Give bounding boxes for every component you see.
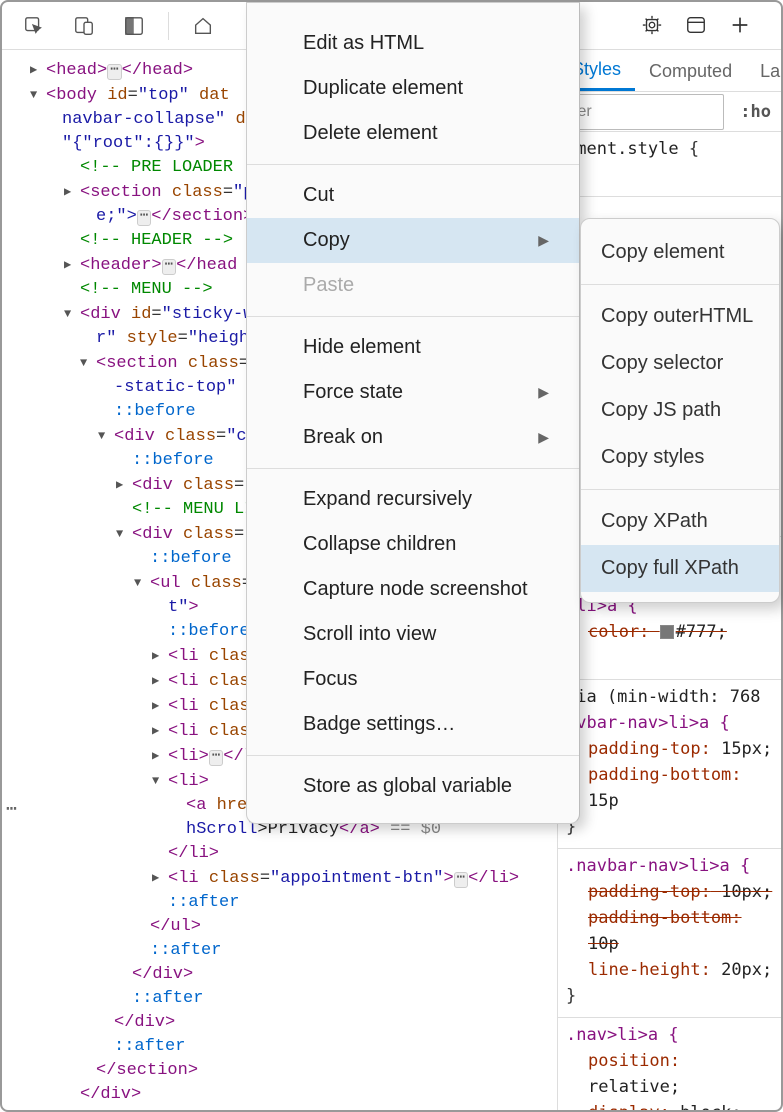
ctx-expand-recursively[interactable]: Expand recursively [247,477,579,522]
ctx-collapse-children[interactable]: Collapse children [247,522,579,567]
ctx-copy[interactable]: Copy▶ [247,218,579,263]
ctx-edit-as-html[interactable]: Edit as HTML [247,21,579,66]
sub-separator [581,284,779,285]
dom-node[interactable]: li [178,722,198,741]
dom-comment: <!-- PRE LOADER - [80,158,253,177]
ctx-separator [247,164,579,165]
gutter-ellipsis-icon[interactable]: ⋯ [6,798,15,822]
ellipsis-icon[interactable]: ⋯ [162,259,176,275]
device-toggle-icon[interactable] [72,14,96,38]
pseudo-element: ::after [150,941,221,960]
rule-media-navbar-nav[interactable]: dia (min-width: 768 avbar-nav>li>a { pad… [558,680,781,849]
sub-copy-js-path[interactable]: Copy JS path [581,387,779,434]
sub-copy-full-xpath[interactable]: Copy full XPath [581,545,779,592]
ellipsis-icon[interactable]: ⋯ [454,872,468,888]
ctx-badge-settings[interactable]: Badge settings… [247,702,579,747]
sub-copy-selector[interactable]: Copy selector [581,340,779,387]
dom-node[interactable]: body [56,86,97,105]
copy-submenu: Copy element Copy outerHTML Copy selecto… [580,218,780,603]
dom-node[interactable]: div [124,427,155,446]
sub-copy-outerhtml[interactable]: Copy outerHTML [581,293,779,340]
color-swatch[interactable] [660,625,674,639]
dom-node-close: </div> [80,1085,141,1104]
toolbar-divider [168,12,169,40]
chevron-right-icon: ▶ [538,384,549,401]
pseudo-element: ::before [132,451,214,470]
rule-element-style[interactable]: ement.style { } [558,132,781,197]
sub-copy-element[interactable]: Copy element [581,229,779,276]
ellipsis-icon[interactable]: ⋯ [137,210,151,226]
dom-comment: <!-- HEADER --> [80,231,233,250]
pseudo-element: ::before [168,622,250,641]
chevron-right-icon: ▶ [538,429,549,446]
dom-node[interactable]: li [178,647,198,666]
chevron-right-icon: ▶ [538,232,549,249]
ctx-hide-element[interactable]: Hide element [247,325,579,370]
dom-node[interactable]: li [178,697,198,716]
pseudo-element: ::after [132,989,203,1008]
home-icon[interactable] [191,14,215,38]
dom-node[interactable]: section [90,183,161,202]
ctx-separator [247,755,579,756]
ellipsis-icon[interactable]: ⋯ [107,64,121,80]
dom-comment: <!-- MENU --> [80,280,213,299]
hov-button[interactable]: :ho [730,99,781,125]
sub-copy-xpath[interactable]: Copy XPath [581,498,779,545]
dom-node[interactable]: a [196,796,206,815]
dom-node[interactable]: div [142,476,173,495]
inspect-icon[interactable] [22,14,46,38]
ctx-focus[interactable]: Focus [247,657,579,702]
tab-layout[interactable]: La [746,50,781,91]
pseudo-element: ::after [114,1037,185,1056]
dom-node[interactable]: <head> [46,61,107,80]
dom-node[interactable]: ul [160,574,180,593]
context-menu: Edit as HTML Duplicate element Delete el… [246,2,580,824]
dom-node-close: </li> [168,844,219,863]
dom-node[interactable]: li [178,869,198,888]
dom-node-close: </section> [96,1061,198,1080]
dom-node[interactable]: section [106,354,177,373]
dom-node-close: </div> [114,1013,175,1032]
ctx-break-on[interactable]: Break on▶ [247,415,579,460]
rule-nav-li-a[interactable]: .nav>li>a { position: relative; display:… [558,1018,781,1110]
tab-computed[interactable]: Computed [635,50,746,91]
ctx-store-global[interactable]: Store as global variable [247,764,579,809]
pseudo-element: ::after [168,893,239,912]
ctx-separator [247,316,579,317]
panel-icon[interactable] [685,14,707,39]
dom-comment: <!-- MENU LI [132,500,254,519]
styles-tabs: Styles Computed La [558,50,781,92]
dom-node[interactable]: li [178,672,198,691]
sub-separator [581,489,779,490]
dom-node[interactable]: div [90,305,121,324]
sub-copy-styles[interactable]: Copy styles [581,434,779,481]
dom-node-close: </ul> [150,917,201,936]
pseudo-element: ::before [114,402,196,421]
dom-node[interactable]: <li> [168,772,209,791]
ctx-scroll-into-view[interactable]: Scroll into view [247,612,579,657]
dock-icon[interactable] [122,14,146,38]
dom-node[interactable]: div [142,525,173,544]
pseudo-element: ::before [150,549,232,568]
dom-node-close: </div> [132,965,193,984]
filter-input[interactable]: ter [564,94,724,130]
dom-node[interactable]: <li> [168,747,209,766]
cpu-icon[interactable] [641,14,663,39]
filter-row: ter :ho [558,92,781,132]
ctx-paste: Paste [247,263,579,308]
ctx-delete-element[interactable]: Delete element [247,111,579,156]
dom-node[interactable]: <header> [80,256,162,275]
ctx-force-state[interactable]: Force state▶ [247,370,579,415]
ctx-capture-screenshot[interactable]: Capture node screenshot [247,567,579,612]
ctx-duplicate-element[interactable]: Duplicate element [247,66,579,111]
toolbar-right [641,2,781,50]
rule-navbar-nav[interactable]: .navbar-nav>li>a { padding-top: 10px; pa… [558,849,781,1018]
ctx-separator [247,468,579,469]
plus-icon[interactable] [729,14,751,39]
ctx-cut[interactable]: Cut [247,173,579,218]
ellipsis-icon[interactable]: ⋯ [209,750,223,766]
